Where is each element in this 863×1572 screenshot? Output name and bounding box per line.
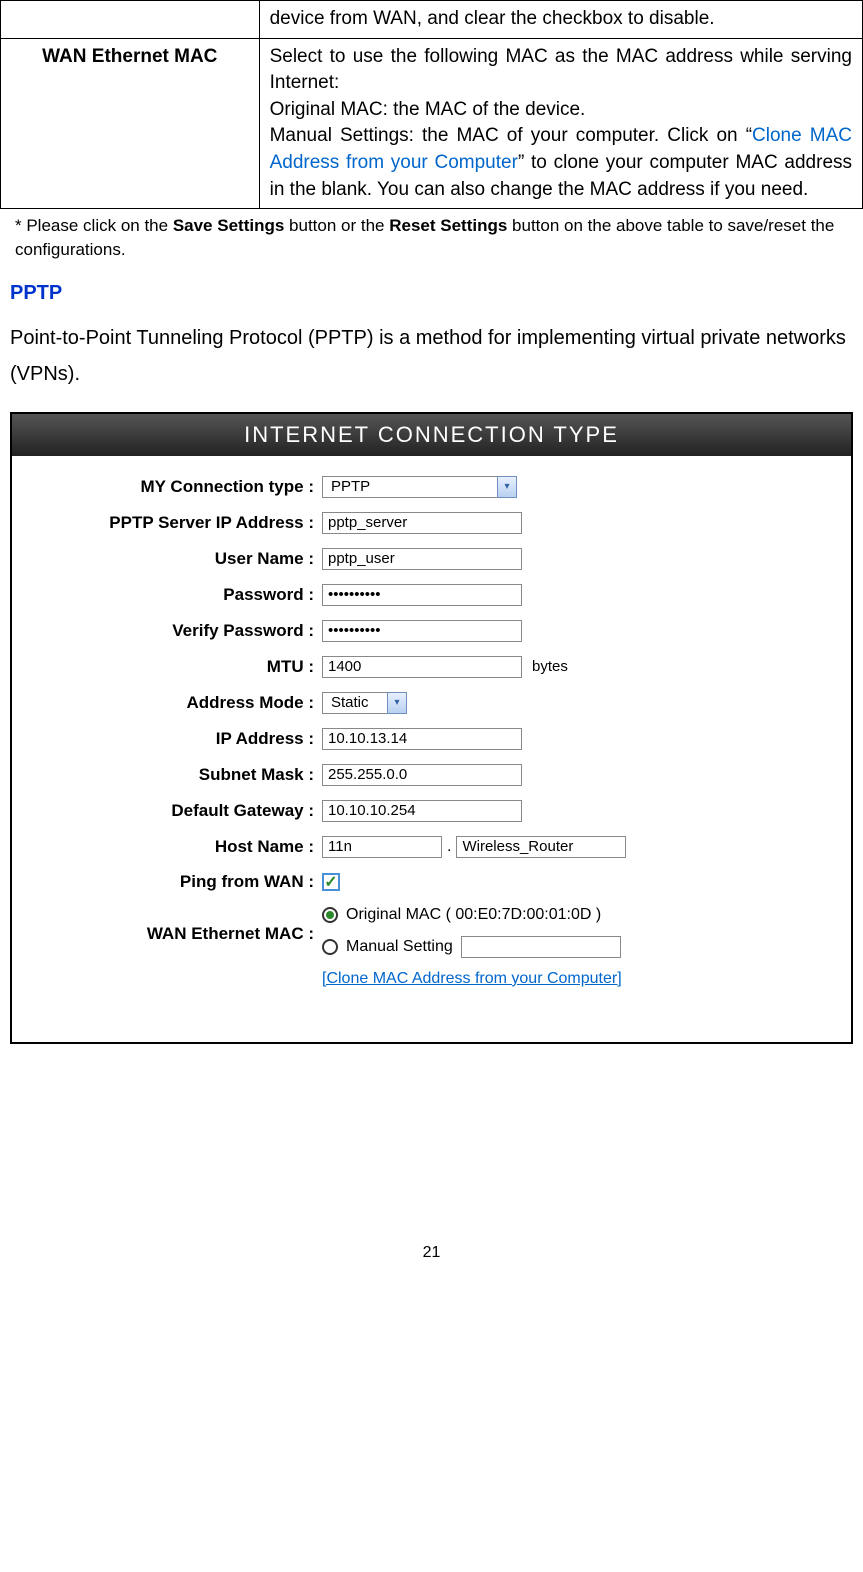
radio-icon	[322, 939, 338, 955]
label-username: User Name :	[42, 549, 322, 569]
note-segment: * Please click on the	[15, 216, 173, 235]
default-gateway-input[interactable]	[322, 800, 522, 822]
server-ip-input[interactable]	[322, 512, 522, 534]
host-name-separator: .	[447, 838, 451, 856]
row-wan-mac: WAN Ethernet MAC : Original MAC ( 00:E0:…	[42, 906, 821, 988]
note-text: * Please click on the Save Settings butt…	[0, 209, 863, 267]
row-verify-password: Verify Password :	[42, 620, 821, 642]
row-connection-type: MY Connection type : PPTP ▾	[42, 476, 821, 498]
field-username	[322, 548, 821, 570]
select-value: Static	[322, 692, 387, 714]
form-header: INTERNET CONNECTION TYPE	[12, 414, 851, 456]
address-mode-select[interactable]: Static ▾	[322, 692, 407, 714]
table-cell-desc: device from WAN, and clear the checkbox …	[259, 1, 862, 39]
field-password	[322, 584, 821, 606]
table-row: WAN Ethernet MAC Select to use the follo…	[1, 38, 863, 209]
label-subnet-mask: Subnet Mask :	[42, 765, 322, 785]
manual-mac-input[interactable]	[461, 936, 621, 958]
subnet-mask-input[interactable]	[322, 764, 522, 786]
desc-text: Select to use the following MAC as the M…	[270, 46, 852, 94]
label-wan-mac: WAN Ethernet MAC :	[42, 906, 322, 944]
field-address-mode: Static ▾	[322, 692, 821, 714]
mtu-suffix: bytes	[532, 658, 568, 675]
row-password: Password :	[42, 584, 821, 606]
row-ping-wan: Ping from WAN : ✓	[42, 872, 821, 892]
note-bold: Reset Settings	[389, 216, 507, 235]
form-body: MY Connection type : PPTP ▾ PPTP Server …	[12, 456, 851, 1042]
note-segment: button or the	[284, 216, 389, 235]
radio-original-mac[interactable]: Original MAC ( 00:E0:7D:00:01:0D )	[322, 906, 622, 924]
row-ip-address: IP Address :	[42, 728, 821, 750]
label-connection-type: MY Connection type :	[42, 477, 322, 497]
chevron-down-icon: ▾	[497, 476, 517, 498]
field-host-name: .	[322, 836, 821, 858]
password-input[interactable]	[322, 584, 522, 606]
label-mtu: MTU :	[42, 657, 322, 677]
manual-setting-label: Manual Setting	[346, 938, 453, 956]
row-address-mode: Address Mode : Static ▾	[42, 692, 821, 714]
label-ip-address: IP Address :	[42, 729, 322, 749]
label-address-mode: Address Mode :	[42, 693, 322, 713]
field-ip-address	[322, 728, 821, 750]
check-icon: ✓	[324, 872, 337, 892]
host-name-input-1[interactable]	[322, 836, 442, 858]
chevron-down-icon: ▾	[387, 692, 407, 714]
desc-text: Original MAC: the MAC of the device.	[270, 99, 586, 120]
connection-type-select[interactable]: PPTP ▾	[322, 476, 517, 498]
field-verify-password	[322, 620, 821, 642]
field-connection-type: PPTP ▾	[322, 476, 821, 498]
clone-mac-link[interactable]: [Clone MAC Address from your Computer]	[322, 970, 622, 987]
field-subnet-mask	[322, 764, 821, 786]
host-name-input-2[interactable]	[456, 836, 626, 858]
wan-mac-radio-group: Original MAC ( 00:E0:7D:00:01:0D ) Manua…	[322, 906, 622, 988]
label-default-gateway: Default Gateway :	[42, 801, 322, 821]
radio-manual-setting[interactable]: Manual Setting	[322, 936, 622, 958]
label-host-name: Host Name :	[42, 837, 322, 857]
field-default-gateway	[322, 800, 821, 822]
table-cell-label	[1, 1, 260, 39]
note-bold: Save Settings	[173, 216, 285, 235]
section-description: Point-to-Point Tunneling Protocol (PPTP)…	[0, 320, 863, 412]
label-ping-wan: Ping from WAN :	[42, 872, 322, 892]
username-input[interactable]	[322, 548, 522, 570]
row-default-gateway: Default Gateway :	[42, 800, 821, 822]
clone-mac-link-row: [Clone MAC Address from your Computer]	[322, 970, 622, 988]
table-cell-label: WAN Ethernet MAC	[1, 38, 260, 209]
description-table: device from WAN, and clear the checkbox …	[0, 0, 863, 209]
verify-password-input[interactable]	[322, 620, 522, 642]
row-subnet-mask: Subnet Mask :	[42, 764, 821, 786]
field-mtu: bytes	[322, 656, 821, 678]
row-mtu: MTU : bytes	[42, 656, 821, 678]
row-host-name: Host Name : .	[42, 836, 821, 858]
original-mac-label: Original MAC ( 00:E0:7D:00:01:0D )	[346, 906, 601, 924]
field-wan-mac: Original MAC ( 00:E0:7D:00:01:0D ) Manua…	[322, 906, 821, 988]
field-ping-wan: ✓	[322, 873, 821, 891]
row-username: User Name :	[42, 548, 821, 570]
select-value: PPTP	[322, 476, 497, 498]
label-server-ip: PPTP Server IP Address :	[42, 513, 322, 533]
page-number: 21	[0, 1244, 863, 1262]
section-title-pptp: PPTP	[0, 267, 863, 320]
radio-icon-checked	[322, 907, 338, 923]
desc-text: Manual Settings: the MAC of your compute…	[270, 125, 752, 146]
ping-wan-checkbox[interactable]: ✓	[322, 873, 340, 891]
connection-form: INTERNET CONNECTION TYPE MY Connection t…	[10, 412, 853, 1044]
ip-address-input[interactable]	[322, 728, 522, 750]
field-server-ip	[322, 512, 821, 534]
mtu-input[interactable]	[322, 656, 522, 678]
table-row: device from WAN, and clear the checkbox …	[1, 1, 863, 39]
label-verify-password: Verify Password :	[42, 621, 322, 641]
row-server-ip: PPTP Server IP Address :	[42, 512, 821, 534]
label-password: Password :	[42, 585, 322, 605]
table-cell-desc: Select to use the following MAC as the M…	[259, 38, 862, 209]
